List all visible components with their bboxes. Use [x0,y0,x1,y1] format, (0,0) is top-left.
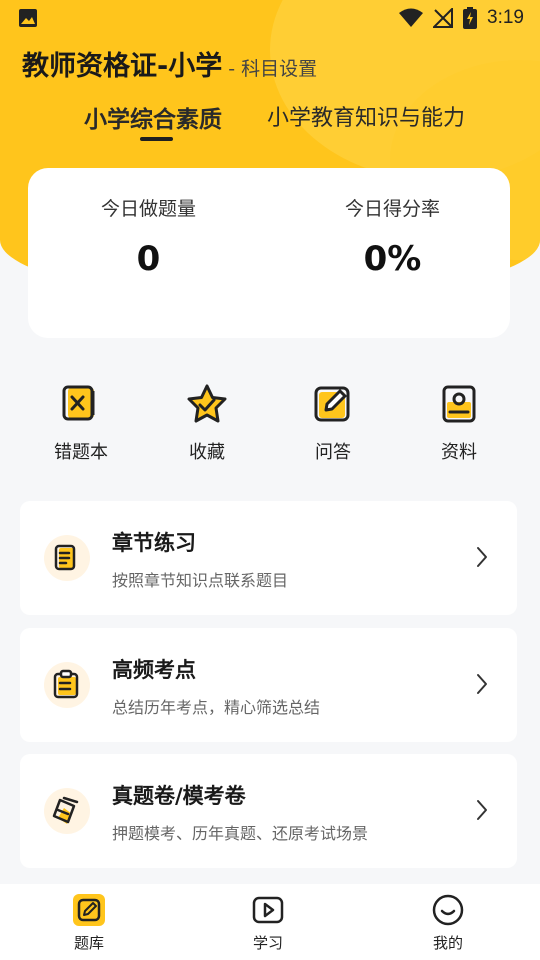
card-description: 押题模考、历年真题、还原考试场景 [112,824,369,843]
high-frequency-card[interactable]: 高频考点 总结历年考点，精心筛选总结 [20,628,517,742]
chevron-right-icon [475,545,489,573]
smile-icon [430,892,466,928]
materials-button[interactable]: 资料 [404,382,514,464]
status-bar: 3:19 [0,0,540,36]
document-icon [437,382,481,426]
status-time: 3:19 [487,7,524,28]
nav-profile[interactable]: 我的 [398,892,498,953]
today-count-label: 今日做题量 [100,198,196,220]
score-rate-stat: 今日得分率 0% [272,194,513,279]
wrong-book-icon [59,382,103,426]
active-tab-indicator [140,137,173,141]
chevron-right-icon [475,798,489,826]
card-title: 真题卷/模考卷 [112,784,246,808]
edit-icon [311,382,355,426]
quick-actions: 错题本 收藏 问答 资料 [0,382,540,472]
title-row[interactable]: 教师资格证-小学 - 科目设置 [22,44,317,83]
bottom-navigation: 题库 学习 我的 [0,884,540,960]
star-icon [185,382,229,426]
subject-tabs: 小学综合素质 小学教育知识与能力 [0,100,540,146]
battery-charging-icon [463,7,478,29]
nav-label: 我的 [432,934,463,952]
question-bank-icon [71,892,107,928]
nav-label: 学习 [252,934,283,952]
favorites-button[interactable]: 收藏 [152,382,262,464]
stats-card: 今日做题量 0 今日得分率 0% [28,168,510,338]
exam-paper-icon [44,788,90,834]
image-icon [18,8,38,28]
today-count-stat: 今日做题量 0 [28,194,269,279]
wrong-book-label: 错题本 [54,442,108,463]
qa-button[interactable]: 问答 [278,382,388,464]
clipboard-icon [44,662,90,708]
subject-settings-link[interactable]: - 科目设置 [228,54,317,81]
nav-study[interactable]: 学习 [218,892,318,953]
materials-label: 资料 [441,442,477,463]
no-signal-icon [433,8,454,28]
chevron-right-icon [475,672,489,700]
notes-icon [44,535,90,581]
card-description: 按照章节知识点联系题目 [112,571,289,590]
qa-label: 问答 [315,442,351,463]
nav-question-bank[interactable]: 题库 [39,892,139,953]
page-title: 教师资格证-小学 [22,51,223,82]
card-title: 高频考点 [112,658,196,682]
wifi-icon [399,8,424,28]
favorites-label: 收藏 [189,442,225,463]
score-rate-value: 0% [363,239,422,279]
chapter-practice-card[interactable]: 章节练习 按照章节知识点联系题目 [20,501,517,615]
card-description: 总结历年考点，精心筛选总结 [112,698,321,717]
nav-label: 题库 [73,934,104,952]
score-rate-label: 今日得分率 [344,198,440,220]
tab-comprehensive-quality[interactable]: 小学综合素质 [84,100,222,134]
play-icon [250,892,286,928]
today-count-value: 0 [136,239,161,279]
wrong-book-button[interactable]: 错题本 [26,382,136,464]
tab-education-knowledge[interactable]: 小学教育知识与能力 [267,100,465,132]
exam-papers-card[interactable]: 真题卷/模考卷 押题模考、历年真题、还原考试场景 [20,754,517,868]
card-title: 章节练习 [112,531,196,555]
